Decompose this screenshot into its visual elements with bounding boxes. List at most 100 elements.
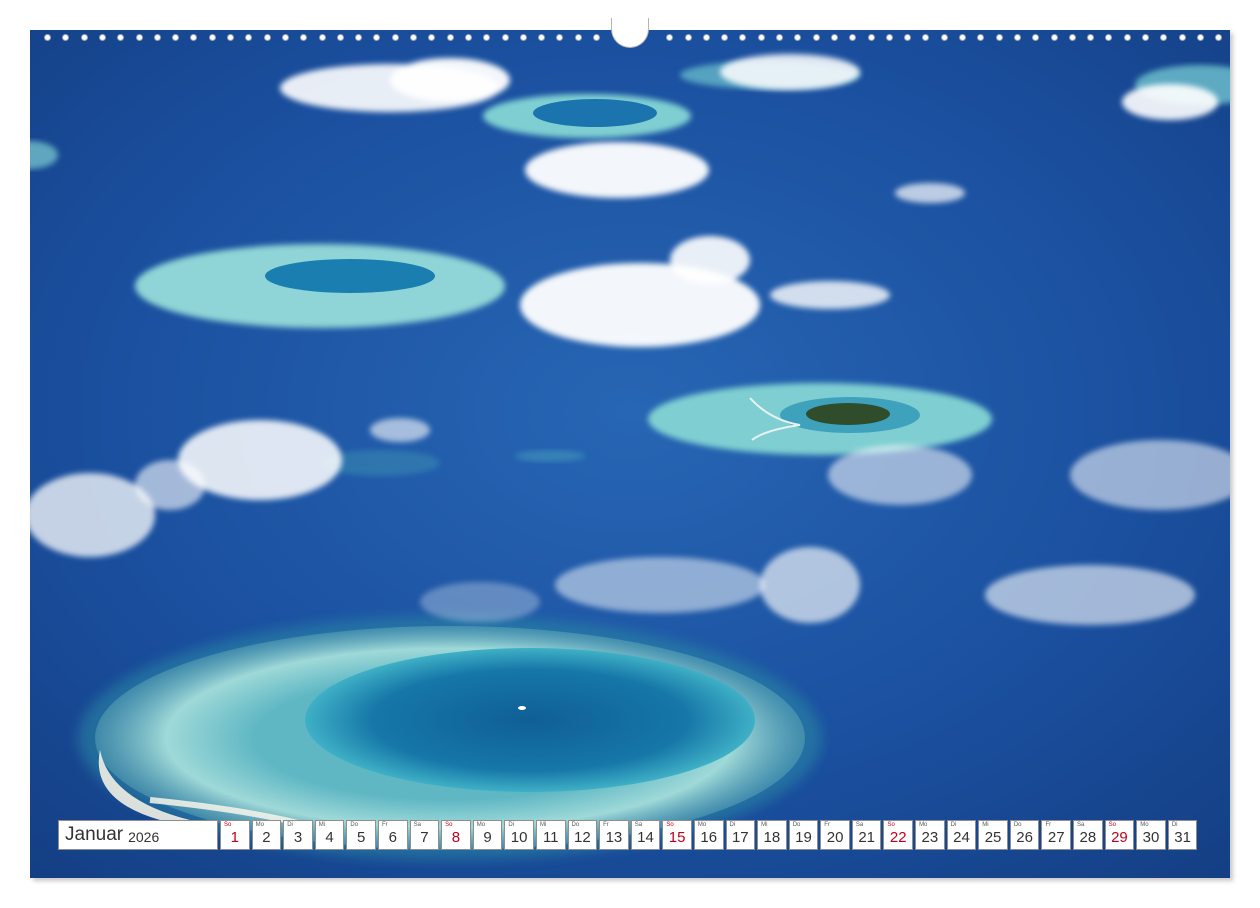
day-cell: Fr 13 (599, 820, 629, 850)
month-name: Januar (65, 824, 124, 845)
binding-hole (44, 34, 51, 41)
binding-hole (977, 34, 985, 41)
binding-hole (574, 34, 582, 41)
month-label: Januar 2026 (58, 820, 218, 850)
day-number: 29 (1111, 829, 1128, 846)
day-number: 16 (700, 829, 718, 846)
day-number: 19 (795, 829, 812, 846)
weekday-abbrev: Di (508, 822, 515, 828)
weekday-abbrev: Mo (255, 822, 264, 828)
binding-hole (281, 34, 289, 41)
binding-hole (263, 34, 271, 41)
weekday-abbrev: Mi (539, 822, 547, 828)
day-cell: Fr 20 (820, 820, 850, 850)
binding-hole (1105, 34, 1113, 41)
day-number: 28 (1079, 829, 1097, 846)
weekday-abbrev: Mo (476, 822, 486, 828)
binding-hole (757, 34, 765, 41)
binding-hole (1142, 34, 1149, 41)
day-cell: So 29 (1104, 820, 1135, 850)
binding-hole (885, 34, 893, 41)
month-year: 2026 (128, 829, 160, 845)
binding-hole (556, 34, 564, 41)
day-number: 31 (1174, 829, 1191, 846)
binding-hole (1032, 34, 1040, 41)
binding-hole (776, 34, 783, 41)
weekday-abbrev: Mo (1140, 822, 1149, 828)
day-cell: Sa 28 (1073, 820, 1103, 850)
binding-hole (300, 34, 308, 41)
weekday-abbrev: So (445, 822, 453, 828)
day-number: 2 (262, 829, 271, 846)
binding-hole (702, 34, 710, 41)
day-number: 4 (325, 829, 334, 846)
binding-hole (849, 34, 857, 41)
binding-hole (593, 34, 600, 41)
binding-hole (666, 34, 674, 41)
weekday-abbrev: Mi (982, 822, 989, 828)
day-cells: So 1 Mo 2 Di 3 Mi 4 Do 5 Fr 6 Sa 7 So 8 Mo 9 Di 10 Mi 11 Do 12 F… (220, 820, 1199, 850)
binding-hole (318, 34, 326, 41)
weekday-abbrev: Do (350, 822, 359, 828)
binding-hole (684, 34, 692, 41)
binding-hole (483, 34, 491, 41)
binding-hole (739, 34, 747, 41)
day-number: 10 (510, 829, 528, 846)
day-cell: Mo 23 (915, 820, 945, 850)
day-cell: Sa 7 (409, 820, 440, 850)
day-number: 26 (1016, 829, 1033, 846)
day-cell: So 1 (220, 820, 250, 850)
weekday-abbrev: Mi (318, 822, 326, 828)
day-cell: So 22 (883, 820, 914, 850)
day-cell: Mi 18 (757, 820, 787, 850)
binding-hole (995, 34, 1003, 41)
weekday-abbrev: Sa (1077, 822, 1085, 828)
binding-hole (794, 34, 802, 41)
binding-hole (812, 34, 820, 41)
day-number: 21 (858, 829, 876, 846)
day-cell: Do 19 (788, 820, 819, 850)
weekday-abbrev: Do (571, 822, 580, 828)
day-cell: Sa 21 (851, 820, 882, 850)
binding-hole (1087, 34, 1095, 41)
binding-hole (245, 34, 253, 41)
binding-hole (428, 34, 436, 41)
binding-hole (391, 34, 399, 41)
day-cell: Mo 9 (472, 820, 503, 850)
weekday-abbrev: So (224, 822, 232, 828)
weekday-abbrev: So (1108, 822, 1116, 828)
day-number: 20 (826, 829, 844, 846)
binding-hole (922, 34, 930, 41)
day-number: 6 (388, 829, 397, 846)
binding-hole (336, 34, 344, 41)
weekday-abbrev: Di (287, 822, 293, 828)
weekday-abbrev: Fr (603, 822, 609, 828)
day-cell: Mo 16 (693, 820, 724, 850)
binding-hole (80, 34, 88, 41)
binding-hole (721, 34, 729, 41)
day-number: 22 (889, 829, 907, 846)
day-number: 8 (451, 829, 461, 846)
day-cell: Do 5 (346, 820, 376, 850)
binding-hole (464, 34, 472, 41)
binding-hole (538, 34, 546, 41)
day-number: 9 (483, 829, 492, 846)
day-cell: Do 26 (1009, 820, 1040, 850)
binding-hole (153, 34, 161, 41)
binding-hole (959, 34, 966, 41)
day-cell: So 8 (441, 820, 471, 850)
day-cell: Fr 27 (1041, 820, 1072, 850)
binding-hole (1160, 34, 1168, 41)
weekday-abbrev: Sa (413, 822, 421, 828)
day-number: 18 (763, 829, 781, 846)
day-cell: Do 12 (567, 820, 598, 850)
left-atoll (135, 244, 505, 328)
day-number: 7 (420, 829, 429, 846)
day-cell: Di 10 (504, 820, 534, 850)
day-cell: Mi 25 (978, 820, 1008, 850)
day-cell: Di 3 (283, 820, 313, 850)
binding-hole (1196, 34, 1204, 41)
day-number: 1 (230, 829, 239, 846)
binding-hole (940, 34, 948, 41)
weekday-abbrev: Di (1171, 822, 1178, 828)
